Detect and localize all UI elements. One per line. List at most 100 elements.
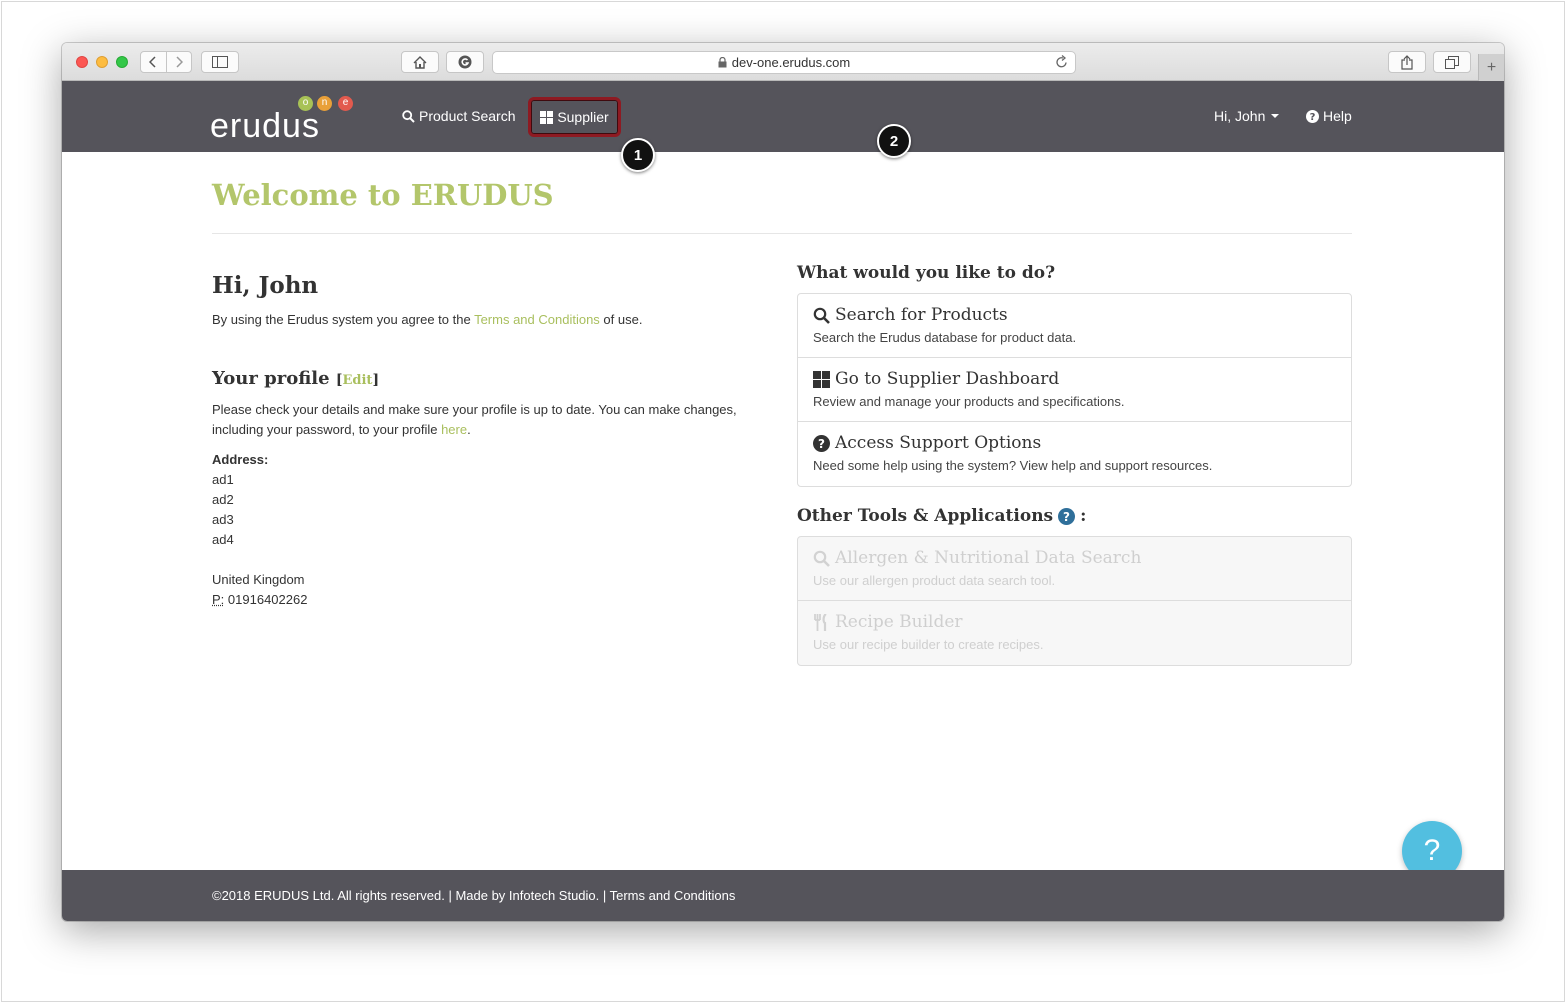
action-supplier-dashboard[interactable]: Go to Supplier Dashboard Review and mana…	[798, 358, 1351, 422]
browser-window: dev-one.erudus.com + erudus o n e Produc…	[62, 43, 1504, 921]
forward-button[interactable]	[167, 52, 192, 72]
new-tab-button[interactable]: +	[1478, 54, 1504, 81]
sidebar-toggle-button[interactable]	[201, 51, 239, 73]
dashboard-icon	[813, 370, 830, 388]
action-title: Go to Supplier Dashboard	[835, 369, 1060, 389]
nav-product-search-label: Product Search	[419, 108, 516, 124]
address-line-3: ad3	[212, 512, 234, 527]
url-text: dev-one.erudus.com	[731, 55, 851, 70]
chevron-right-icon	[176, 56, 183, 68]
address-block: Address: ad1 ad2 ad3 ad4 United Kingdom …	[212, 450, 307, 610]
nav-product-search[interactable]: Product Search	[402, 105, 516, 127]
terms-suffix: of use.	[599, 312, 643, 327]
svg-text:?: ?	[1310, 112, 1316, 123]
tool-recipe-builder: Recipe Builder Use our recipe builder to…	[798, 601, 1351, 665]
home-icon	[413, 55, 427, 69]
user-menu-dropdown[interactable]: Hi, John	[1214, 105, 1280, 127]
terms-prefix: By using the Erudus system you agree to …	[212, 312, 475, 327]
address-bar[interactable]: dev-one.erudus.com	[492, 51, 1076, 74]
address-label: Address:	[212, 452, 269, 467]
tool-description: Use our allergen product data search too…	[813, 573, 1056, 588]
tool-allergen-search: Allergen & Nutritional Data Search Use o…	[798, 537, 1351, 601]
logo-wordmark: erudus	[210, 107, 320, 145]
grammarly-icon	[458, 55, 472, 69]
logo-dot-n: n	[317, 96, 332, 111]
action-support-options[interactable]: ? Access Support Options Need some help …	[798, 422, 1351, 486]
other-tools-suffix: :	[1080, 506, 1087, 526]
svg-text:?: ?	[1063, 510, 1070, 524]
maximize-window-button[interactable]	[116, 56, 128, 68]
action-description: Search the Erudus database for product d…	[813, 330, 1077, 345]
profile-text-end: .	[467, 422, 471, 437]
svg-text:?: ?	[818, 437, 825, 451]
other-tools-heading: Other Tools & Applications ? :	[797, 506, 1086, 526]
main-content: Welcome to ERUDUS Hi, John By using the …	[62, 152, 1504, 881]
grammarly-extension-button[interactable]	[446, 51, 484, 73]
share-icon	[1401, 54, 1413, 70]
address-spacer	[212, 550, 307, 570]
action-description: Review and manage your products and spec…	[813, 394, 1125, 409]
address-country: United Kingdom	[212, 572, 305, 587]
phone-label: P:	[212, 592, 225, 607]
nav-supplier-label: Supplier	[557, 109, 609, 125]
site-navbar: erudus o n e Product Search Supplier Hi,…	[62, 81, 1504, 172]
profile-heading: Your profile [Edit]	[212, 368, 379, 389]
tabs-icon	[1445, 55, 1459, 69]
logo-dot-o: o	[298, 96, 313, 111]
browser-toolbar: dev-one.erudus.com +	[62, 43, 1504, 81]
question-circle-icon: ?	[1306, 109, 1319, 123]
tab-overview-button[interactable]	[1433, 51, 1471, 73]
actions-list: Search for Products Search the Erudus da…	[797, 293, 1352, 487]
tool-title-row: Recipe Builder	[813, 610, 1336, 634]
home-button[interactable]	[401, 51, 439, 73]
page-title: Welcome to ERUDUS	[212, 178, 554, 212]
minimize-window-button[interactable]	[96, 56, 108, 68]
address-line-1: ad1	[212, 472, 234, 487]
action-title-row: ? Access Support Options	[813, 431, 1336, 455]
question-circle-icon[interactable]: ?	[1058, 507, 1076, 525]
phone-line: P: 01916402262	[212, 590, 307, 610]
action-title: Access Support Options	[835, 433, 1042, 453]
tool-title: Allergen & Nutritional Data Search	[835, 548, 1142, 568]
terms-notice: By using the Erudus system you agree to …	[212, 312, 642, 327]
profile-heading-text: Your profile	[212, 368, 330, 389]
sidebar-icon	[212, 56, 228, 68]
site-footer: ©2018 ERUDUS Ltd. All rights reserved. |…	[62, 870, 1504, 921]
nav-help-label: Help	[1323, 108, 1352, 124]
search-icon	[813, 307, 830, 324]
profile-here-link[interactable]: here	[441, 422, 467, 437]
action-title-row: Go to Supplier Dashboard	[813, 367, 1336, 391]
edit-bracket-close: ]	[372, 372, 380, 388]
history-nav	[140, 51, 192, 73]
share-button[interactable]	[1388, 51, 1426, 73]
plus-icon: +	[1486, 58, 1497, 76]
profile-text: Please check your details and make sure …	[212, 402, 737, 437]
title-divider	[212, 233, 1352, 234]
phone-number: 01916402262	[227, 592, 308, 607]
dashboard-icon	[540, 110, 554, 124]
erudus-one-logo[interactable]: erudus o n e	[210, 93, 360, 145]
profile-instructions: Please check your details and make sure …	[212, 400, 757, 440]
logo-dot-e: e	[338, 96, 353, 111]
close-window-button[interactable]	[76, 56, 88, 68]
other-tools-list: Allergen & Nutritional Data Search Use o…	[797, 536, 1352, 666]
edit-bracket-open: [	[335, 372, 343, 388]
action-description: Need some help using the system? View he…	[813, 458, 1213, 473]
other-tools-title: Other Tools & Applications	[797, 506, 1054, 526]
nav-supplier[interactable]: Supplier	[528, 97, 621, 137]
nav-help[interactable]: ? Help	[1306, 105, 1352, 127]
profile-edit-link[interactable]: Edit	[343, 373, 373, 388]
tool-title: Recipe Builder	[835, 612, 963, 632]
action-search-products[interactable]: Search for Products Search the Erudus da…	[798, 294, 1351, 358]
terms-link[interactable]: Terms and Conditions	[474, 312, 600, 327]
reload-icon[interactable]	[1055, 55, 1068, 72]
actions-heading: What would you like to do?	[797, 263, 1056, 283]
back-button[interactable]	[141, 52, 167, 72]
footer-text: ©2018 ERUDUS Ltd. All rights reserved. |…	[212, 888, 736, 903]
lock-icon	[718, 57, 727, 68]
cutlery-icon	[814, 613, 827, 631]
action-title: Search for Products	[835, 305, 1008, 325]
search-icon	[813, 550, 830, 567]
caret-down-icon	[1271, 114, 1280, 118]
question-circle-icon: ?	[813, 434, 830, 452]
